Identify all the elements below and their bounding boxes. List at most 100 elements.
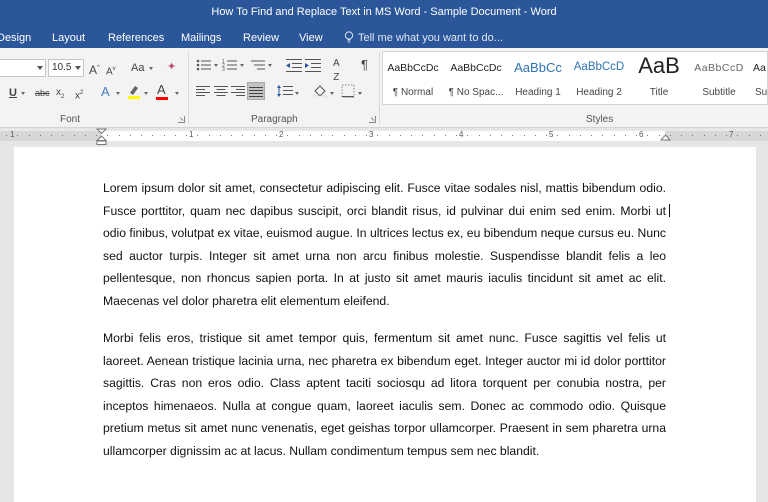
superscript-icon[interactable]: x2	[75, 86, 83, 103]
style-preview: AaBbCcDc	[387, 62, 439, 74]
font-color-icon[interactable]: A	[156, 83, 168, 100]
subscript-icon[interactable]: x2	[56, 86, 64, 104]
ruler-tick	[692, 135, 693, 136]
ruler-tick	[366, 135, 367, 136]
tell-me-box[interactable]: Tell me what you want to do...	[344, 30, 503, 46]
document-paragraph[interactable]: Lorem ipsum dolor sit amet, consectetur …	[103, 177, 666, 313]
align-left-icon[interactable]	[196, 85, 210, 101]
tab-references[interactable]: References	[108, 30, 164, 46]
ruler-tick	[209, 135, 210, 136]
style-heading-2[interactable]: AaBbCcD Heading 2	[569, 52, 629, 104]
numbering-icon[interactable]: 123	[222, 58, 238, 76]
ruler-label: 1	[189, 130, 194, 139]
ruler-tick	[231, 135, 232, 136]
ruler-tick	[74, 135, 75, 136]
ruler-tick	[726, 135, 727, 136]
ruler-tick	[670, 135, 671, 136]
paragraph-text: Morbi felis eros, tristique sit amet tem…	[103, 331, 666, 458]
ruler-label: 2	[279, 130, 284, 139]
tab-view[interactable]: View	[299, 30, 323, 46]
borders-icon[interactable]	[341, 84, 355, 102]
ruler-label: 5	[549, 130, 554, 139]
highlight-icon[interactable]	[127, 84, 141, 104]
ruler-tick	[332, 135, 333, 136]
ruler-tick	[704, 135, 705, 136]
clear-formatting-icon[interactable]: ✦	[167, 60, 176, 74]
chevron-down-icon	[268, 64, 272, 67]
ruler-tick	[580, 135, 581, 136]
chevron-down-icon	[240, 64, 244, 67]
tab-design[interactable]: Design	[0, 30, 31, 46]
document-page[interactable]: Lorem ipsum dolor sit amet, consectetur …	[14, 147, 756, 502]
text-effects-icon[interactable]: A	[101, 85, 110, 99]
style-label: Subtitle	[702, 87, 736, 98]
font-dialog-launcher-icon[interactable]	[178, 116, 185, 123]
ruler-tick	[130, 135, 131, 136]
style-normal[interactable]: AaBbCcDc ¶ Normal	[383, 52, 443, 104]
ruler-tick	[524, 135, 525, 136]
shrink-font-icon[interactable]: Av	[106, 62, 116, 79]
tab-layout[interactable]: Layout	[52, 30, 85, 46]
tab-mailings[interactable]: Mailings	[181, 30, 221, 46]
justify-icon[interactable]	[247, 82, 265, 100]
ruler-tick	[591, 135, 592, 136]
bullets-icon[interactable]	[196, 58, 212, 76]
ruler-tick	[569, 135, 570, 136]
align-center-icon[interactable]	[214, 85, 228, 101]
line-spacing-icon[interactable]	[277, 84, 293, 102]
ribbon: 10.5 A^ Av Aa ✦ U abc x2 x2 A A Font 123…	[0, 48, 768, 128]
style-subtle-emphasis[interactable]: Aa Sub	[749, 52, 767, 104]
style-label: Title	[649, 87, 669, 98]
ruler-tick	[242, 135, 243, 136]
ruler-tick	[434, 135, 435, 136]
style-heading-1[interactable]: AaBbCc Heading 1	[508, 52, 568, 104]
styles-gallery: AaBbCcDc ¶ Normal AaBbCcDc ¶ No Spac... …	[382, 51, 768, 105]
ruler-tick	[557, 135, 558, 136]
title-bar: How To Find and Replace Text in MS Word …	[0, 0, 768, 48]
style-subtitle[interactable]: AaBbCcD Subtitle	[689, 52, 749, 104]
font-color-swatch	[156, 97, 168, 100]
shading-icon[interactable]	[311, 84, 328, 102]
strikethrough-icon[interactable]: abc	[35, 86, 50, 100]
ruler-tick	[737, 135, 738, 136]
increase-indent-icon[interactable]	[305, 58, 321, 76]
grow-font-icon[interactable]: A^	[89, 61, 100, 77]
ruler-label: 4	[459, 130, 464, 139]
document-paragraph[interactable]: Morbi felis eros, tristique sit amet tem…	[103, 327, 666, 463]
text-cursor	[669, 204, 670, 217]
ruler-tick	[186, 135, 187, 136]
underline-icon[interactable]: U	[9, 86, 17, 100]
ruler-tick	[389, 135, 390, 136]
ruler-tick	[344, 135, 345, 136]
ruler-tick	[659, 135, 660, 136]
ruler-tick	[636, 135, 637, 136]
indent-marker-icon[interactable]	[96, 128, 107, 145]
sort-icon[interactable]: AZ	[333, 57, 340, 85]
decrease-indent-icon[interactable]	[286, 58, 302, 76]
style-no-spacing[interactable]: AaBbCcDc ¶ No Spac...	[446, 52, 506, 104]
ruler-label: 3	[369, 130, 374, 139]
paragraph-dialog-launcher-icon[interactable]	[369, 116, 376, 123]
chevron-down-icon	[144, 92, 148, 95]
show-formatting-marks-icon[interactable]: ¶	[361, 58, 368, 72]
ruler-tick	[141, 135, 142, 136]
chevron-down-icon	[330, 92, 334, 95]
ruler-tick	[220, 135, 221, 136]
ruler-tick	[411, 135, 412, 136]
ruler-tick	[164, 135, 165, 136]
ruler-tick	[602, 135, 603, 136]
style-title[interactable]: AaB Title	[629, 52, 689, 104]
multilevel-list-icon[interactable]	[250, 58, 266, 76]
svg-text:3: 3	[222, 67, 225, 72]
style-label: Heading 1	[515, 87, 561, 98]
font-name-combo[interactable]	[0, 59, 46, 77]
change-case-icon[interactable]: Aa	[131, 61, 144, 75]
align-right-glyph	[231, 86, 245, 96]
align-center-glyph	[214, 86, 228, 96]
horizontal-ruler[interactable]: 1 1 2 3 4 5 6 7	[0, 128, 768, 145]
ruler-tick	[355, 135, 356, 136]
highlighter-icon	[128, 86, 140, 99]
font-size-combo[interactable]: 10.5	[48, 59, 84, 77]
align-right-icon[interactable]	[231, 85, 245, 101]
tab-review[interactable]: Review	[243, 30, 279, 46]
